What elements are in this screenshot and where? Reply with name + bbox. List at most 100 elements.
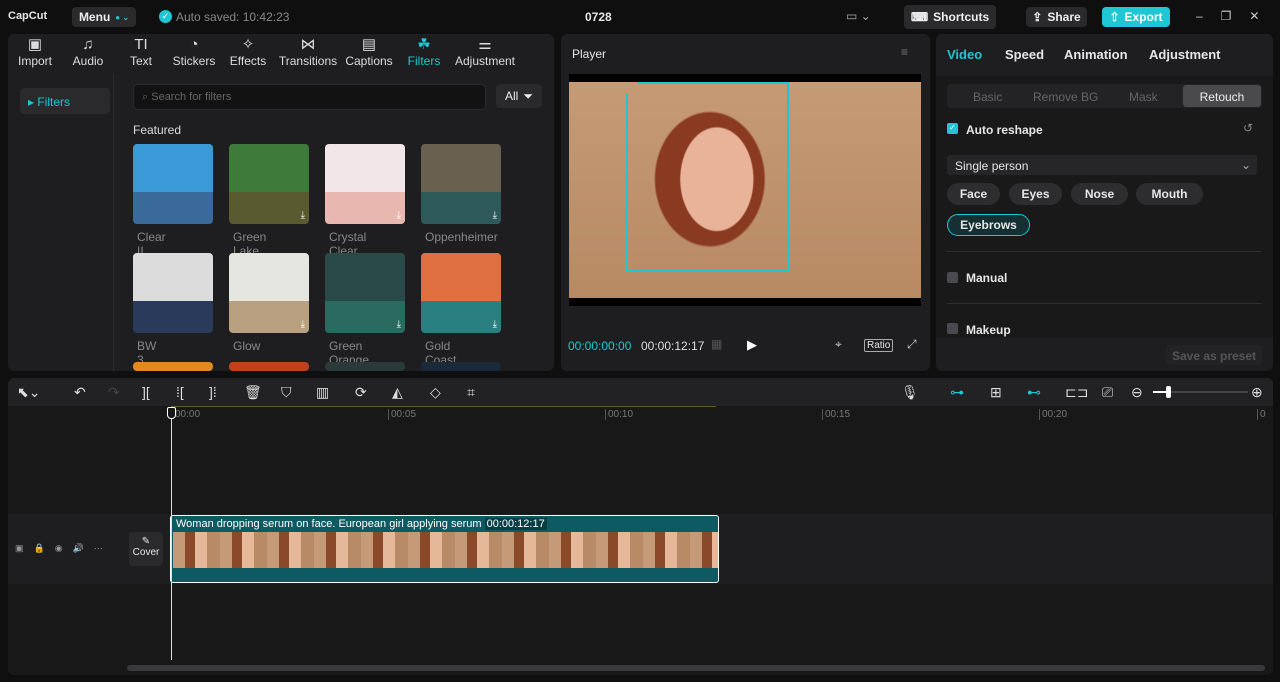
- tab-label: Stickers: [172, 54, 216, 68]
- tab-adjustment[interactable]: ⚌ Adjustment: [452, 36, 518, 68]
- zoom-slider[interactable]: [1153, 386, 1248, 398]
- filter-thumbnail[interactable]: [421, 362, 501, 371]
- download-icon[interactable]: ⤓: [397, 210, 401, 221]
- track-controls[interactable]: ▣🔒◉🔊⋯: [15, 543, 113, 554]
- zoom-in-icon[interactable]: ⊕: [1251, 384, 1263, 401]
- menu-button[interactable]: Menu ● ⌄: [72, 7, 136, 27]
- save-preset-button[interactable]: Save as preset: [1166, 345, 1262, 365]
- title-bar: CapCut Menu ● ⌄ ✓ Auto saved: 10:42:23 07…: [0, 0, 1280, 34]
- video-canvas[interactable]: [569, 74, 921, 306]
- download-icon[interactable]: ⤓: [301, 319, 305, 330]
- filter-thumbnail[interactable]: [133, 144, 213, 224]
- export-label: Export: [1124, 10, 1163, 24]
- shortcuts-button[interactable]: ⌨ Shortcuts: [904, 5, 996, 29]
- subtab-mask[interactable]: Mask: [1129, 90, 1158, 104]
- captions-icon: ▤: [361, 36, 377, 53]
- subtab-basic[interactable]: Basic: [973, 90, 1002, 104]
- part-face[interactable]: Face: [947, 183, 1000, 205]
- play-icon[interactable]: ▶: [747, 337, 757, 353]
- reset-icon[interactable]: ↺: [1243, 121, 1253, 135]
- preview-icon[interactable]: ⎚: [1102, 384, 1113, 401]
- window-controls[interactable]: –❐✕: [1196, 9, 1278, 23]
- download-icon[interactable]: ⤓: [397, 319, 401, 330]
- filter-thumbnail[interactable]: ⤓: [325, 144, 405, 224]
- filter-thumbnail[interactable]: ⤓: [325, 253, 405, 333]
- tab-stickers[interactable]: ◔ Stickers: [170, 36, 218, 68]
- microphone-icon[interactable]: 🎙: [901, 384, 919, 401]
- zoom-out-icon[interactable]: ⊖: [1131, 384, 1143, 401]
- tab-label: Import: [17, 54, 52, 68]
- playhead[interactable]: [167, 407, 176, 660]
- layout-icon[interactable]: ▭ ⌄: [846, 9, 871, 23]
- horizontal-scrollbar[interactable]: [127, 665, 1265, 671]
- download-icon[interactable]: ⤓: [493, 210, 497, 221]
- reverse-icon[interactable]: ⟳: [355, 384, 367, 401]
- filter-thumbnail[interactable]: ⤓: [229, 253, 309, 333]
- delete-icon[interactable]: 🗑: [244, 384, 262, 401]
- check-icon: ✓: [159, 10, 172, 23]
- split-view-icon[interactable]: ⊏⊐: [1065, 384, 1088, 401]
- download-icon[interactable]: ⤓: [301, 210, 305, 221]
- undo-icon[interactable]: ↶: [74, 384, 86, 401]
- filter-thumbnail[interactable]: ⤓: [421, 253, 501, 333]
- tab-transitions[interactable]: ⋈ Transitions: [278, 36, 338, 68]
- tab-effects[interactable]: ✧ Effects: [226, 36, 270, 68]
- split-left-icon[interactable]: ⁞[: [176, 384, 184, 400]
- split-right-icon[interactable]: ]⁞: [209, 384, 217, 400]
- split-icon[interactable]: ][: [142, 384, 150, 400]
- player-menu-icon[interactable]: ≡: [901, 45, 908, 59]
- fullscreen-icon[interactable]: ⤢: [907, 337, 917, 352]
- redo-icon[interactable]: ↷: [108, 384, 120, 401]
- freeze-icon[interactable]: ▥: [316, 384, 329, 401]
- marker-icon[interactable]: ⛉: [281, 384, 292, 401]
- focus-icon[interactable]: ⌖: [835, 337, 842, 352]
- manual-checkbox[interactable]: [947, 272, 958, 283]
- link-icon[interactable]: ⊷: [1027, 384, 1041, 401]
- sidebar-item-label: Filters: [37, 95, 71, 109]
- subtab-retouch[interactable]: Retouch: [1183, 85, 1261, 107]
- subtab-remove-bg[interactable]: Remove BG: [1033, 90, 1098, 104]
- part-nose[interactable]: Nose: [1071, 183, 1128, 205]
- sidebar-item-filters[interactable]: ▸ Filters: [20, 88, 110, 114]
- filter-thumbnail[interactable]: [133, 253, 213, 333]
- crop-frame[interactable]: [626, 82, 789, 272]
- crop-icon[interactable]: ⌗: [467, 384, 475, 401]
- part-eyes[interactable]: Eyes: [1009, 183, 1062, 205]
- filter-thumbnail[interactable]: ⤓: [421, 144, 501, 224]
- auto-reshape-checkbox[interactable]: ✓: [947, 123, 958, 134]
- select-tool-icon[interactable]: ⬉⌄: [17, 384, 40, 401]
- filter-thumbnail[interactable]: ⤓: [229, 144, 309, 224]
- tab-captions[interactable]: ▤ Captions: [343, 36, 395, 68]
- tab-animation[interactable]: Animation: [1064, 47, 1128, 62]
- filter-thumbnail[interactable]: [133, 362, 213, 371]
- tab-audio[interactable]: ♫ Audio: [68, 36, 108, 68]
- tab-import[interactable]: ▣ Import: [14, 36, 56, 68]
- download-icon[interactable]: ⤓: [493, 319, 497, 330]
- tab-speed[interactable]: Speed: [1005, 47, 1044, 62]
- search-input[interactable]: ⌕ Search for filters: [133, 84, 486, 110]
- part-eyebrows[interactable]: Eyebrows: [947, 214, 1030, 236]
- filter-thumbnail[interactable]: [229, 362, 309, 371]
- share-button[interactable]: ⇪ Share: [1026, 7, 1087, 27]
- rotate-icon[interactable]: ◇: [430, 384, 441, 401]
- filter-thumbnail[interactable]: [325, 362, 405, 371]
- tab-adjustment[interactable]: Adjustment: [1149, 47, 1221, 62]
- export-button[interactable]: ⇧ Export: [1102, 7, 1170, 27]
- tab-filters[interactable]: ☘ Filters: [404, 36, 444, 68]
- cover-button[interactable]: ✎ Cover: [129, 532, 163, 566]
- mirror-icon[interactable]: ◭: [392, 384, 403, 401]
- tab-video[interactable]: Video: [947, 47, 982, 62]
- filter-all-dropdown[interactable]: All ⏷: [496, 84, 542, 108]
- ratio-button[interactable]: Ratio: [864, 339, 894, 352]
- tab-text[interactable]: TI Text: [123, 36, 159, 68]
- grid-view-icon[interactable]: ▦: [711, 337, 722, 351]
- auto-snap-icon[interactable]: ⊞: [990, 384, 1002, 401]
- filters-icon: ☘: [417, 36, 431, 53]
- video-clip[interactable]: Woman dropping serum on face. European g…: [170, 515, 719, 583]
- magnet-icon[interactable]: ⊶: [950, 384, 964, 401]
- effects-icon: ✧: [241, 36, 255, 53]
- part-mouth[interactable]: Mouth: [1136, 183, 1203, 205]
- makeup-checkbox[interactable]: [947, 323, 958, 334]
- zoom-slider-handle[interactable]: [1166, 386, 1171, 398]
- person-dropdown[interactable]: Single person ⌄: [947, 155, 1257, 175]
